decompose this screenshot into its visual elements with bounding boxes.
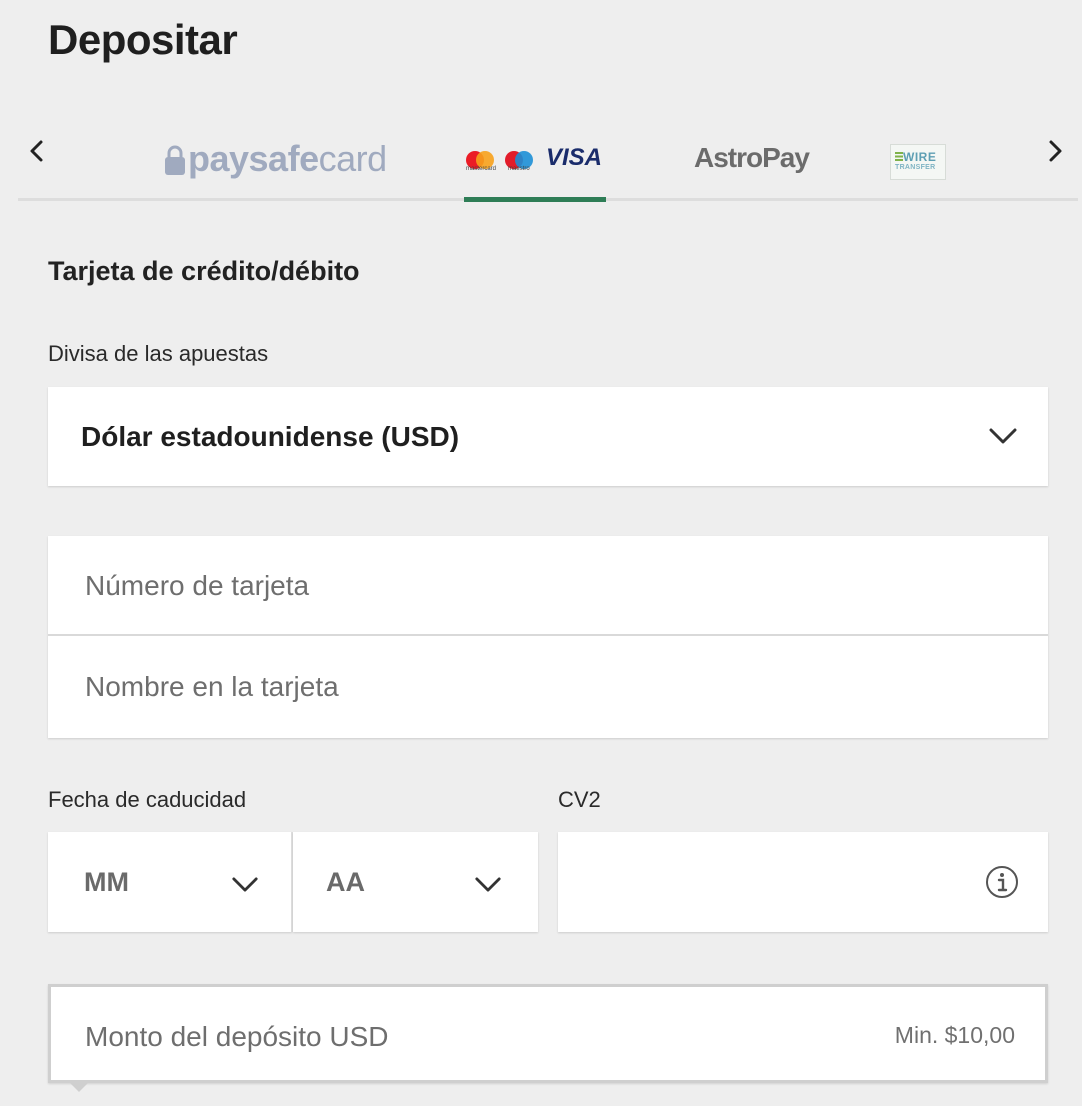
selected-tab-indicator <box>464 197 606 202</box>
lock-icon <box>165 145 185 175</box>
page-title: Depositar <box>48 16 238 63</box>
deposit-min-hint: Min. $10,00 <box>894 1022 1015 1048</box>
chevron-down-icon <box>989 428 1017 444</box>
expiry-month-value: MM <box>84 867 129 897</box>
info-icon[interactable] <box>985 865 1019 899</box>
card-name-field[interactable]: Nombre en la tarjeta <box>48 637 1048 737</box>
wire-transfer-logo: WIRE TRANSFER <box>890 144 946 180</box>
chevron-right-icon[interactable] <box>1040 136 1070 166</box>
maestro-label: maestro <box>508 166 530 172</box>
tooltip-pointer <box>68 1081 90 1092</box>
expiry-year-value: AA <box>326 867 365 897</box>
tab-astropay[interactable]: AstroPay <box>690 130 810 200</box>
deposit-amount-placeholder: Monto del depósito USD <box>85 1021 389 1052</box>
expiry-year-select[interactable]: AA <box>293 832 538 932</box>
paysafecard-logo: paysafecard <box>188 138 387 179</box>
cv2-field[interactable] <box>558 832 1048 932</box>
chevron-left-icon[interactable] <box>22 136 52 166</box>
wire-bars-icon <box>895 152 903 161</box>
deposit-page: Depositar paysafecard mastercard maestro… <box>0 0 1082 1106</box>
chevron-down-icon <box>475 877 501 892</box>
tab-cards[interactable]: mastercard maestro VISA <box>460 130 610 200</box>
currency-select[interactable]: Dólar estadounidense (USD) <box>48 387 1048 486</box>
chevron-down-icon <box>232 877 258 892</box>
card-name-placeholder: Nombre en la tarjeta <box>85 671 339 702</box>
card-details-group: Número de tarjeta Nombre en la tarjeta <box>48 536 1048 738</box>
currency-label: Divisa de las apuestas <box>48 341 269 366</box>
visa-logo: VISA <box>546 144 603 171</box>
tab-wire-transfer[interactable]: WIRE TRANSFER <box>886 130 952 200</box>
astropay-logo: AstroPay <box>694 142 810 173</box>
card-number-placeholder: Número de tarjeta <box>85 570 310 601</box>
expiry-month-select[interactable]: MM <box>48 832 292 932</box>
mastercard-label: mastercard <box>466 166 497 172</box>
cv2-label: CV2 <box>558 787 601 812</box>
tab-paysafecard[interactable]: paysafecard <box>160 130 387 200</box>
card-number-field[interactable]: Número de tarjeta <box>48 536 1048 636</box>
section-title: Tarjeta de crédito/débito <box>48 256 360 286</box>
currency-value: Dólar estadounidense (USD) <box>81 421 460 452</box>
expiry-label: Fecha de caducidad <box>48 787 247 812</box>
deposit-amount-field[interactable]: Monto del depósito USD Min. $10,00 <box>48 984 1048 1083</box>
